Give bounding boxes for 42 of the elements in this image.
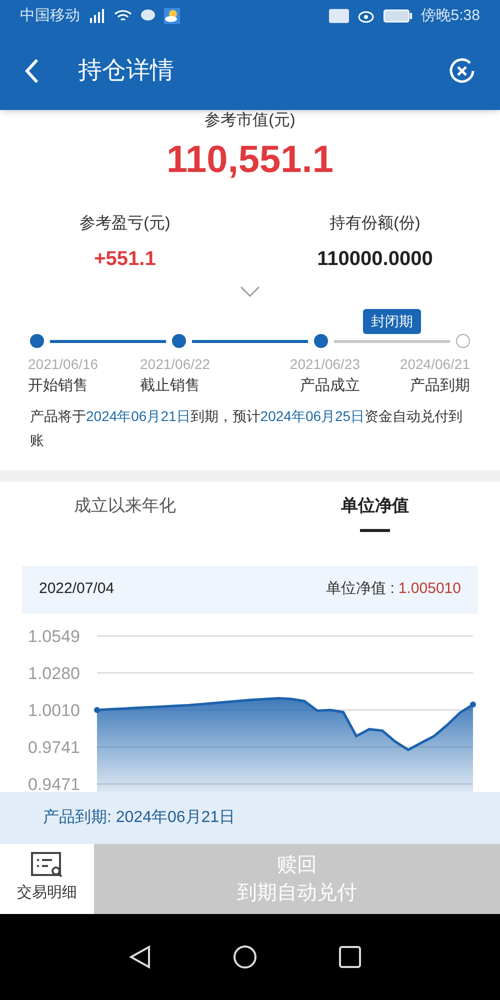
tab[interactable]: 单位净值 <box>250 482 500 544</box>
step-label: 开始销售 <box>28 376 89 396</box>
stat-label: 持有份额(份) <box>330 214 420 234</box>
stat-value: 110000.0000 <box>317 247 433 272</box>
weather-icon <box>164 8 180 24</box>
stat-value: +551.1 <box>94 247 156 272</box>
stat-label: 参考盈亏(元) <box>80 214 170 234</box>
chat-icon <box>140 9 156 23</box>
axis-tick-label: 0.9741 <box>28 737 80 756</box>
phase-tag: 封闭期 <box>363 309 421 334</box>
clock-time: 傍晚5:38 <box>420 6 480 26</box>
list-search-icon <box>31 852 63 878</box>
step-date: 2024/06/21 <box>398 355 470 374</box>
step-date: 2021/06/22 <box>140 355 212 374</box>
step-date: 2021/06/16 <box>28 355 100 374</box>
nav-label: 单位净值 : <box>326 579 394 600</box>
nav-value: 1.005010 <box>398 579 461 600</box>
chevron-down-icon <box>240 286 260 298</box>
battery-icon <box>382 9 413 23</box>
nav-date: 2022/07/04 <box>39 579 114 600</box>
step-date: 2021/06/23 <box>288 355 360 374</box>
back-icon[interactable] <box>129 944 151 969</box>
signal-icon <box>88 9 106 23</box>
page-title: 持仓详情 <box>78 56 175 86</box>
maturity-note: 产品将于2024年06月21日到期，预计2024年06月25日 资金自动兑付到账 <box>30 406 464 450</box>
market-value: 110,551.1 <box>166 138 334 182</box>
market-value-label: 参考市值(元) <box>204 112 296 130</box>
wifi-icon <box>114 9 132 23</box>
recents-icon[interactable] <box>339 946 361 968</box>
axis-tick-label: 0.9471 <box>28 774 80 792</box>
axis-tick-label: 1.0010 <box>28 700 80 720</box>
step-label: 产品到期 <box>409 376 470 396</box>
axis-tick-label: 1.0549 <box>28 626 80 646</box>
maturity-bar: 产品到期: 2024年06月21日 <box>0 792 500 844</box>
axis-tick-label: 1.0280 <box>28 663 80 682</box>
step-label: 截止销售 <box>140 376 201 396</box>
step-label: 产品成立 <box>299 376 360 396</box>
eye-icon <box>356 9 375 23</box>
carrier-name: 中国移动 <box>20 6 80 26</box>
close-button[interactable] <box>448 57 476 85</box>
tab[interactable]: 成立以来年化 <box>0 482 250 544</box>
home-icon[interactable] <box>233 944 257 969</box>
